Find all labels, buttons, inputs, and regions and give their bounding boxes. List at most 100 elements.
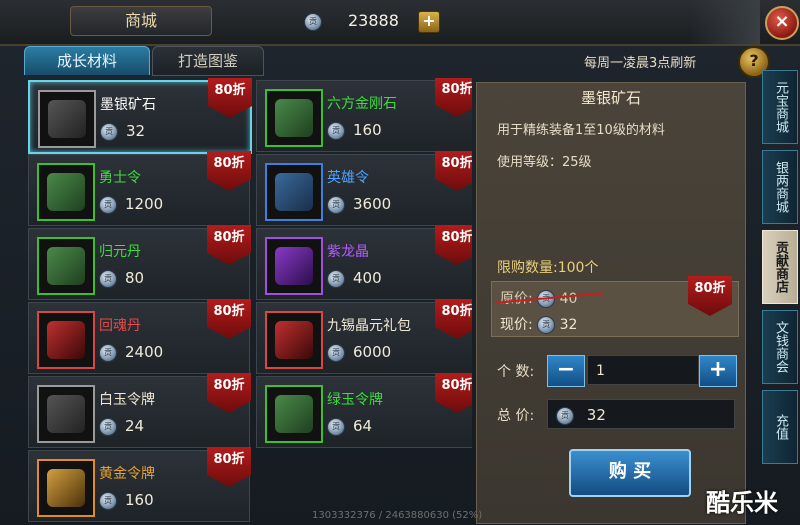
contribution-coin-icon: 贡 — [304, 13, 322, 31]
add-currency-button[interactable]: + — [418, 11, 440, 33]
quantity-input[interactable]: 1 — [587, 355, 699, 385]
item-name: 归元丹 — [99, 244, 141, 260]
quantity-decrease-button[interactable]: − — [547, 355, 585, 387]
coin-icon: 贡 — [99, 195, 117, 214]
item-name: 紫龙晶 — [327, 244, 369, 260]
watermark-logo: 酷乐米 — [706, 489, 778, 517]
price-box: 原价: 贡 40 现价: 贡 32 80折 — [491, 276, 739, 337]
item-name: 黄金令牌 — [99, 466, 155, 482]
discount-badge: 80折 — [207, 373, 251, 413]
currency-display: 贡 23888 + — [300, 10, 440, 33]
discount-badge: 80折 — [435, 151, 472, 191]
current-price-label: 现价: — [500, 317, 533, 333]
discount-badge: 80折 — [435, 78, 472, 117]
coin-icon: 贡 — [327, 417, 345, 436]
item-price: 贡 80 — [99, 269, 144, 288]
item-icon-frame — [37, 311, 95, 369]
crystal-icon — [275, 99, 313, 137]
item-name: 六方金刚石 — [327, 96, 397, 112]
item-price-value: 3600 — [353, 195, 392, 213]
item-icon-frame — [265, 385, 323, 443]
coin-icon: 贡 — [99, 343, 117, 362]
item-card[interactable]: 九锡晶元礼包贡 6000 80折 — [256, 299, 472, 374]
item-card[interactable]: 白玉令牌贡 24 80折 — [28, 373, 251, 448]
item-price: 贡 64 — [327, 417, 372, 436]
item-card[interactable]: 归元丹贡 80 80折 — [28, 225, 251, 300]
tab-forge-recipes[interactable]: 打造图鉴 — [152, 46, 264, 76]
item-price-value: 32 — [126, 122, 146, 140]
item-card[interactable]: 墨银矿石贡 32 80折 — [28, 78, 252, 154]
coin-icon: 贡 — [327, 121, 345, 140]
original-price-value: 40 — [559, 291, 578, 307]
item-price-value: 64 — [353, 417, 373, 435]
discount-badge: 80折 — [207, 151, 251, 191]
detail-level: 使用等级：25级 — [497, 155, 592, 170]
refresh-note: 每周一凌晨3点刷新 — [584, 56, 697, 71]
discount-badge: 80折 — [688, 276, 732, 316]
item-price-value: 2400 — [125, 343, 164, 361]
item-name: 墨银矿石 — [100, 97, 156, 113]
tab-growth-materials[interactable]: 成长材料 — [24, 46, 150, 75]
shop-window: 商城 贡 23888 + × 成长材料 打造图鉴 每周一凌晨3点刷新 ? 墨银矿… — [0, 0, 800, 525]
item-price: 贡 1200 — [99, 195, 163, 214]
item-card[interactable]: 英雄令贡 3600 80折 — [256, 151, 472, 226]
discount-badge: 80折 — [435, 225, 472, 265]
item-icon-frame — [37, 237, 95, 295]
item-icon-frame — [38, 90, 96, 148]
item-name: 白玉令牌 — [99, 392, 155, 408]
pill-icon — [47, 247, 85, 285]
item-price: 贡 400 — [327, 269, 382, 288]
detail-description: 用于精练装备1至10级的材料 — [497, 123, 665, 138]
purchase-limit: 限购数量:100个 — [497, 260, 599, 276]
footer-id: 1303332376 / 2463880630 (52%) — [312, 510, 483, 521]
item-price-value: 80 — [125, 269, 145, 287]
tablet-icon — [47, 395, 85, 433]
category-tabs: 成长材料 打造图鉴 每周一凌晨3点刷新 ? — [20, 46, 770, 78]
item-card[interactable]: 勇士令贡 1200 80折 — [28, 151, 251, 226]
item-detail-panel: 墨银矿石 用于精练装备1至10级的材料 使用等级：25级 限购数量:100个 原… — [476, 82, 746, 524]
item-icon-frame — [37, 385, 95, 443]
coin-icon: 贡 — [99, 269, 117, 288]
item-icon-frame — [37, 459, 95, 517]
item-name: 勇士令 — [99, 170, 141, 186]
item-price-value: 400 — [353, 269, 382, 287]
ore-icon — [48, 100, 86, 138]
side-tab[interactable]: 文钱商会 — [762, 310, 798, 384]
bag-icon — [275, 321, 313, 359]
item-icon-frame — [265, 89, 323, 147]
buy-button[interactable]: 购 买 — [569, 449, 691, 497]
item-icon-frame — [265, 163, 323, 221]
item-icon-frame — [265, 237, 323, 295]
gem-icon — [275, 247, 313, 285]
window-title: 商城 — [70, 6, 212, 36]
item-price: 贡 3600 — [327, 195, 391, 214]
coin-icon: 贡 — [327, 343, 345, 362]
side-tab[interactable]: 贡献商店 — [762, 230, 798, 304]
side-tab[interactable]: 元宝商城 — [762, 70, 798, 144]
top-bar: 商城 贡 23888 + × — [0, 0, 800, 46]
item-price-value: 6000 — [353, 343, 392, 361]
item-name: 绿玉令牌 — [327, 392, 383, 408]
quantity-increase-button[interactable]: + — [699, 355, 737, 387]
item-card[interactable]: 紫龙晶贡 400 80折 — [256, 225, 472, 300]
side-tab[interactable]: 银两商城 — [762, 150, 798, 224]
item-price: 贡 6000 — [327, 343, 391, 362]
coin-icon: 贡 — [99, 491, 117, 510]
item-grid: 墨银矿石贡 32 80折 六方金刚石贡 160 80折 勇士令贡 1200 80折 英雄令贡 360… — [22, 78, 472, 525]
item-card[interactable]: 黄金令牌贡 160 80折 — [28, 447, 251, 522]
coin-icon: 贡 — [100, 122, 118, 141]
item-card[interactable]: 绿玉令牌贡 64 80折 — [256, 373, 472, 448]
item-card[interactable]: 六方金刚石贡 160 80折 — [256, 78, 472, 152]
coin-icon: 贡 — [327, 195, 345, 214]
orb-icon — [47, 321, 85, 359]
side-tab[interactable]: 充值 — [762, 390, 798, 464]
close-button[interactable]: × — [765, 6, 799, 40]
item-name: 英雄令 — [327, 170, 369, 186]
item-card[interactable]: 回魂丹贡 2400 80折 — [28, 299, 251, 374]
tablet-icon — [47, 469, 85, 507]
item-name: 九锡晶元礼包 — [327, 318, 411, 334]
side-tabs: 元宝商城银两商城贡献商店文钱商会充值 — [760, 70, 800, 525]
item-icon-frame — [37, 163, 95, 221]
item-price-value: 160 — [353, 121, 382, 139]
total-price-field: 贡 32 — [547, 399, 735, 429]
